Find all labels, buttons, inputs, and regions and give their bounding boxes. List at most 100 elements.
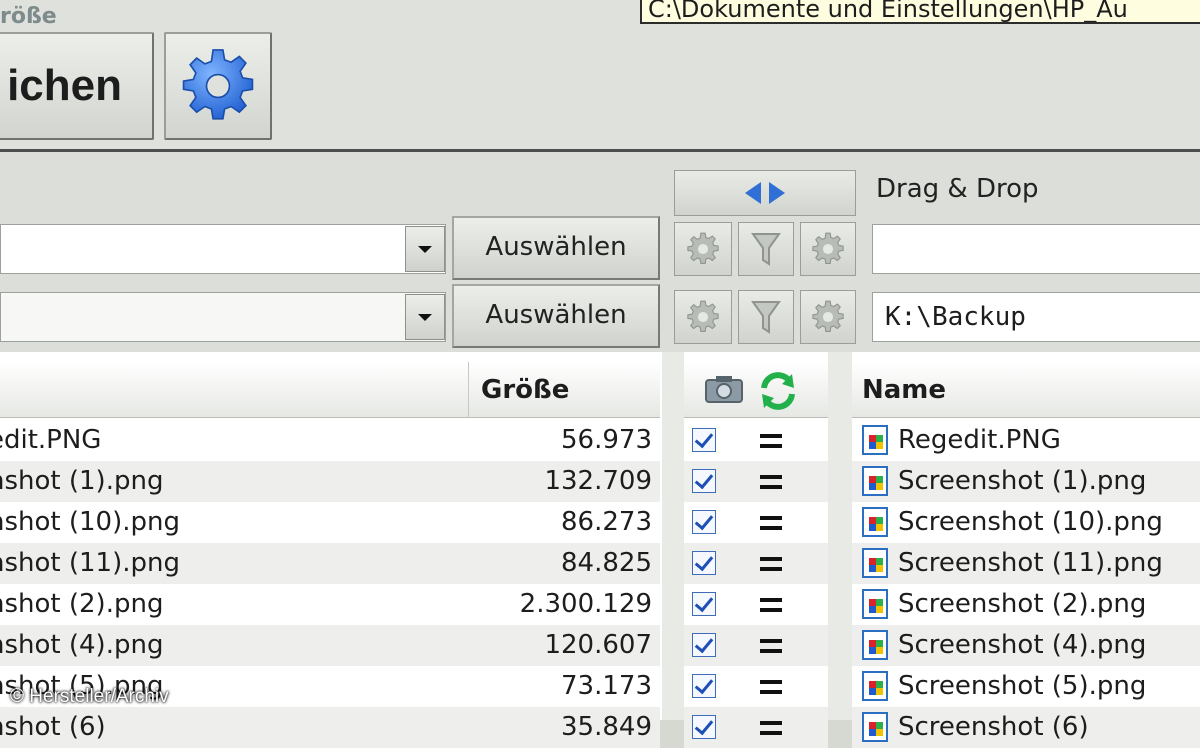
equal-icon — [760, 475, 782, 489]
copyright-notice: © Hersteller/Archiv — [10, 686, 169, 707]
table-row[interactable]: Screenshot (5).png — [852, 666, 1200, 707]
file-name: Screenshot (10).png — [898, 507, 1163, 537]
chevron-down-icon[interactable] — [405, 294, 445, 340]
filter-icon — [751, 301, 781, 334]
file-name: Screenshot (4).png — [898, 630, 1147, 660]
filter-icon — [751, 233, 781, 266]
table-row[interactable]: nshot (2).png 2.300.129 — [0, 584, 660, 625]
equal-icon — [760, 557, 782, 571]
sync-checkbox[interactable] — [692, 510, 716, 534]
compare-row — [684, 461, 828, 502]
selection-panel: Auswählen Auswählen Drag & Drop K:\Backu… — [0, 152, 1200, 352]
table-row[interactable]: Screenshot (6) — [852, 707, 1200, 748]
select-button-2[interactable]: Auswählen — [452, 284, 660, 348]
image-file-icon — [862, 507, 888, 537]
image-file-icon — [862, 671, 888, 701]
sync-checkbox[interactable] — [692, 551, 716, 575]
source-options-button-2[interactable] — [674, 290, 732, 344]
source-combo-2[interactable] — [0, 292, 446, 342]
compare-button[interactable]: ichen — [0, 32, 154, 140]
table-row[interactable]: edit.PNG 56.973 — [0, 420, 660, 461]
file-size: 120.607 — [544, 630, 652, 660]
equal-icon — [760, 434, 782, 448]
swap-direction-button[interactable] — [674, 170, 856, 216]
right-name-header[interactable]: Name — [852, 362, 1200, 418]
sync-checkbox[interactable] — [692, 428, 716, 452]
table-row[interactable]: nshot (11).png 84.825 — [0, 543, 660, 584]
file-size: 56.973 — [561, 425, 652, 455]
table-row[interactable]: Screenshot (2).png — [852, 584, 1200, 625]
gear-icon — [687, 300, 719, 332]
file-size: 84.825 — [561, 548, 652, 578]
table-row[interactable]: Screenshot (4).png — [852, 625, 1200, 666]
target-options-button-2[interactable] — [800, 290, 856, 344]
file-name: Screenshot (5).png — [898, 671, 1147, 701]
file-size: 35.849 — [561, 712, 652, 742]
file-name: nshot (4).png — [0, 630, 164, 660]
compare-column-header — [684, 362, 828, 418]
image-file-icon — [862, 712, 888, 742]
file-compare-list: Größe Name edit.PNG 56.973 Regedit.PNG nsho… — [0, 352, 1200, 748]
gear-icon — [812, 232, 844, 264]
sync-checkbox[interactable] — [692, 633, 716, 657]
target-path-field-1[interactable] — [872, 224, 1200, 274]
source-options-button-1[interactable] — [674, 222, 732, 276]
gear-icon — [687, 232, 719, 264]
sync-checkbox[interactable] — [692, 469, 716, 493]
file-size: 132.709 — [544, 466, 652, 496]
gear-icon — [812, 300, 844, 332]
file-name: edit.PNG — [0, 425, 102, 455]
sync-checkbox[interactable] — [692, 674, 716, 698]
compare-row — [684, 707, 828, 748]
drag-drop-label: Drag & Drop — [876, 174, 1039, 204]
table-row[interactable]: nshot (10).png 86.273 — [0, 502, 660, 543]
select-button-1[interactable]: Auswählen — [452, 216, 660, 280]
table-row[interactable]: Regedit.PNG — [852, 420, 1200, 461]
equal-icon — [760, 516, 782, 530]
equal-icon — [760, 721, 782, 735]
compare-view-icon[interactable] — [704, 374, 744, 406]
sync-checkbox[interactable] — [692, 592, 716, 616]
right-scroll-gutter — [828, 352, 852, 720]
image-file-icon — [862, 589, 888, 619]
file-name: nshot (2).png — [0, 589, 164, 619]
filter-button-1[interactable] — [738, 222, 794, 276]
file-name: Screenshot (6) — [898, 712, 1089, 742]
source-combo-1[interactable] — [0, 224, 446, 274]
left-name-header[interactable] — [0, 362, 468, 418]
filter-button-2[interactable] — [738, 290, 794, 344]
equal-icon — [760, 680, 782, 694]
left-size-header[interactable]: Größe — [468, 362, 660, 418]
compare-row — [684, 666, 828, 707]
path-tooltip: C:\Dokumente und Einstellungen\HP_Au — [640, 0, 1200, 24]
table-row[interactable]: nshot (6) 35.849 — [0, 707, 660, 748]
sync-checkbox[interactable] — [692, 715, 716, 739]
table-row[interactable]: nshot (4).png 120.607 — [0, 625, 660, 666]
target-path-field-2[interactable]: K:\Backup — [872, 292, 1200, 342]
refresh-icon[interactable] — [758, 372, 798, 410]
table-row[interactable]: Screenshot (1).png — [852, 461, 1200, 502]
size-label: röße — [0, 4, 57, 29]
compare-row — [684, 543, 828, 584]
file-name: nshot (11).png — [0, 548, 180, 578]
file-name: nshot (6) — [0, 712, 106, 742]
target-options-button-1[interactable] — [800, 222, 856, 276]
settings-button[interactable] — [164, 32, 272, 140]
file-name: Screenshot (11).png — [898, 548, 1163, 578]
table-row[interactable]: Screenshot (10).png — [852, 502, 1200, 543]
equal-icon — [760, 598, 782, 612]
left-scroll-gutter — [662, 352, 684, 720]
left-right-arrows-icon — [745, 182, 785, 204]
file-name: nshot (1).png — [0, 466, 164, 496]
table-row[interactable]: nshot (1).png 132.709 — [0, 461, 660, 502]
chevron-down-icon[interactable] — [405, 226, 445, 272]
file-name: Regedit.PNG — [898, 425, 1061, 455]
toolbar: röße ichen C:\Dokumente und Einstellunge… — [0, 0, 1200, 152]
compare-row — [684, 625, 828, 666]
file-name: Screenshot (2).png — [898, 589, 1147, 619]
image-file-icon — [862, 548, 888, 578]
table-row[interactable]: Screenshot (11).png — [852, 543, 1200, 584]
compare-row — [684, 584, 828, 625]
compare-row — [684, 502, 828, 543]
file-name: nshot (10).png — [0, 507, 180, 537]
